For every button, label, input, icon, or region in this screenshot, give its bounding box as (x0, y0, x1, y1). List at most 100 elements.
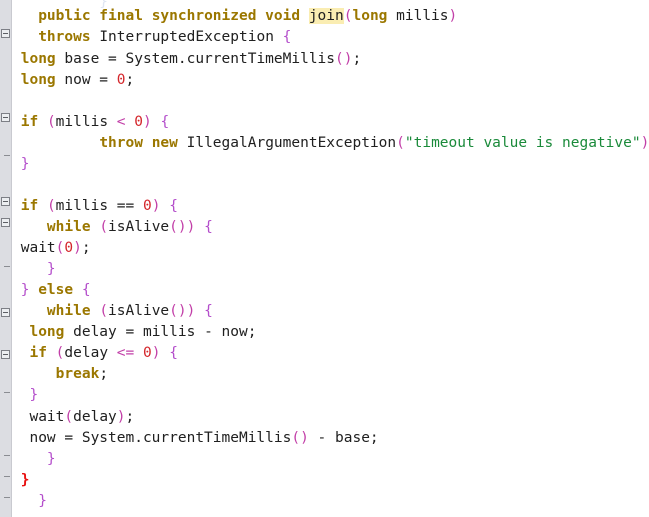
code-token: delay (73, 409, 117, 425)
code-editor[interactable]: } public final synchronized void join(lo… (0, 0, 649, 517)
code-token: wait (12, 409, 65, 425)
code-token: long (29, 324, 65, 340)
code-token: break (55, 366, 100, 382)
code-line[interactable]: if (millis == 0) { (12, 196, 649, 217)
code-token: if (20, 114, 39, 130)
code-token: while (46, 219, 91, 235)
code-line[interactable]: } (12, 449, 649, 470)
code-line[interactable]: public final synchronized void join(long… (12, 6, 649, 27)
code-line[interactable]: long now = 0; (12, 70, 649, 91)
code-token: ; (99, 366, 109, 382)
code-token: 0 (116, 72, 126, 88)
code-token: isAlive (108, 303, 170, 319)
highlighted-token: } (20, 472, 30, 488)
code-token: now = (55, 72, 117, 88)
fold-collapse-icon[interactable] (1, 350, 10, 359)
code-token: 0 (64, 240, 74, 256)
code-line[interactable]: break; (12, 364, 649, 385)
code-text-area[interactable]: } public final synchronized void join(lo… (12, 0, 649, 517)
editor-fold-gutter[interactable] (0, 0, 12, 517)
code-token: millis (387, 8, 449, 24)
code-token: ; (352, 51, 362, 67)
code-line[interactable]: throws InterruptedException { (12, 27, 649, 48)
code-token: long (352, 8, 388, 24)
fold-collapse-icon[interactable] (1, 29, 10, 38)
code-line[interactable]: while (isAlive()) { (12, 301, 649, 322)
code-token: while (46, 303, 91, 319)
code-line[interactable]: now = System.currentTimeMillis() - base; (12, 428, 649, 449)
fold-collapse-icon[interactable] (1, 218, 10, 227)
code-token: ()) (169, 303, 196, 319)
code-line[interactable]: if (delay <= 0) { (12, 343, 649, 364)
fold-collapse-icon[interactable] (1, 113, 10, 122)
code-token: ( (46, 114, 56, 130)
code-line[interactable]: } (12, 470, 649, 491)
code-line[interactable]: if (millis < 0) { (12, 112, 649, 133)
code-token: ( (99, 303, 109, 319)
code-line[interactable]: } (12, 154, 649, 175)
code-token: 0 (143, 345, 152, 361)
code-line[interactable]: } (12, 259, 649, 280)
code-token: { (204, 219, 213, 235)
code-line[interactable]: } (12, 385, 649, 406)
code-line[interactable]: while (isAlive()) { (12, 217, 649, 238)
fold-collapse-icon[interactable] (1, 308, 10, 317)
code-token: < (116, 114, 126, 130)
code-token: } (46, 261, 56, 277)
code-token: ; (125, 72, 135, 88)
code-token: ) (640, 135, 649, 151)
code-line[interactable]: wait(delay); (12, 407, 649, 428)
code-token: 0 (134, 114, 143, 130)
code-line[interactable]: throw new IllegalArgumentException("time… (12, 133, 649, 154)
code-token: delay = millis - now; (64, 324, 257, 340)
code-token: } (38, 493, 47, 509)
code-token: - base; (308, 430, 379, 446)
code-token: ) (448, 8, 458, 24)
code-token: ( (64, 409, 74, 425)
fold-end-marker-icon (4, 455, 10, 456)
code-line[interactable]: wait(0); (12, 238, 649, 259)
code-token: else (38, 282, 74, 298)
code-token: () (335, 51, 353, 67)
code-token: { (282, 29, 292, 45)
code-line[interactable]: long delay = millis - now; (12, 322, 649, 343)
code-token: { (169, 345, 178, 361)
code-token: } (29, 387, 39, 403)
fold-end-marker-icon (4, 497, 10, 498)
code-line[interactable]: } else { (12, 280, 649, 301)
code-line[interactable]: } (12, 491, 649, 512)
code-token: ( (46, 198, 56, 214)
code-token: millis (55, 114, 117, 130)
code-token: ) (116, 409, 126, 425)
code-token: now = System.currentTimeMillis (12, 430, 292, 446)
code-token: ) (142, 114, 152, 130)
fold-end-marker-icon (4, 155, 10, 156)
code-line[interactable]: long base = System.currentTimeMillis(); (12, 49, 649, 70)
code-token: { (204, 303, 213, 319)
fold-collapse-icon[interactable] (1, 197, 10, 206)
code-token: } (20, 156, 30, 172)
code-token: "timeout value is negative" (404, 135, 641, 151)
code-token: ) (73, 240, 82, 256)
code-token: long (20, 72, 56, 88)
code-token: if (29, 345, 47, 361)
code-token: delay (64, 345, 117, 361)
code-token: throw new (99, 135, 178, 151)
code-token: if (20, 198, 39, 214)
